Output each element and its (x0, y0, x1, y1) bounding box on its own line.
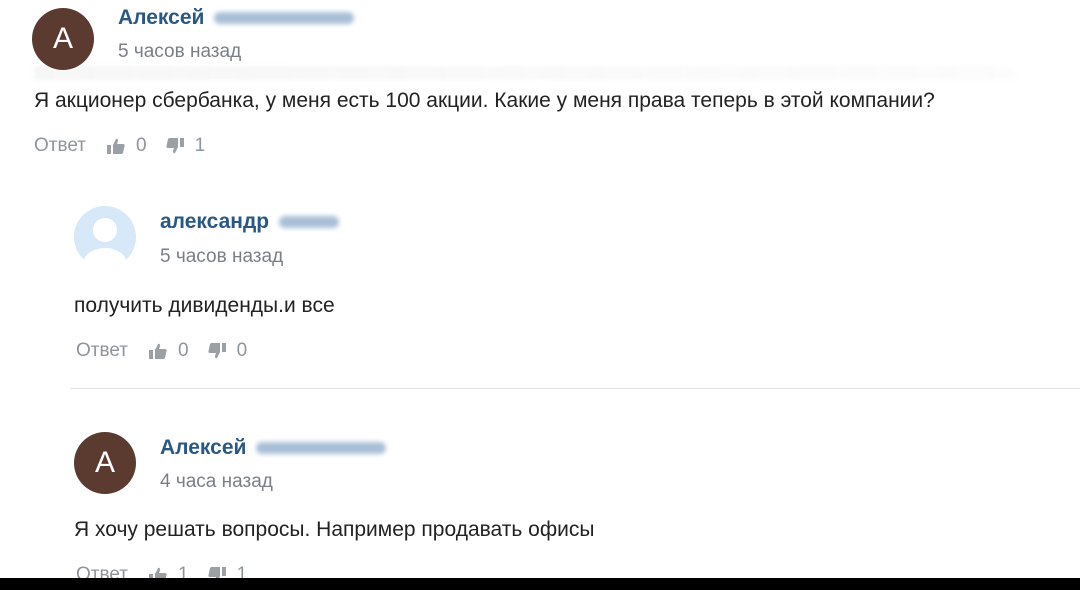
user-silhouette-icon (83, 218, 127, 268)
thumbs-down-icon[interactable] (207, 342, 227, 360)
author-line: Алексей (118, 6, 355, 30)
redacted-surname (279, 216, 340, 228)
avatar[interactable]: А (74, 432, 136, 494)
like-count: 0 (136, 135, 147, 156)
thumbs-up-icon[interactable] (148, 342, 168, 360)
author-line: Алексей (160, 436, 387, 460)
comment-time[interactable]: 4 часа назад (160, 471, 273, 493)
comment-3: А Алексей 4 часа назад Я хочу решать воп… (0, 420, 1080, 585)
divider (70, 388, 1080, 389)
comment-1: А Алексей 5 часов назад Я акционер сберб… (0, 0, 1080, 170)
avatar-letter: А (52, 22, 73, 55)
comment-text: получить дивиденды.и все (74, 294, 335, 317)
avatar-letter: А (94, 446, 115, 479)
comment-actions: Ответ 0 0 (76, 340, 255, 362)
reply-button[interactable]: Ответ (76, 340, 128, 362)
thumbs-up-icon[interactable] (106, 137, 126, 155)
comment-time[interactable]: 5 часов назад (118, 41, 241, 63)
avatar[interactable] (74, 206, 136, 268)
comment-text: Я акционер сбербанка, у меня есть 100 ак… (34, 89, 935, 112)
dislike-count: 0 (236, 340, 248, 361)
like-count: 0 (178, 340, 189, 361)
author-name[interactable]: Алексей (118, 6, 204, 30)
redacted-surname (214, 12, 355, 24)
comment-actions: Ответ 0 1 (34, 135, 213, 157)
dislike-count: 1 (194, 135, 206, 156)
author-name[interactable]: Алексей (160, 436, 246, 460)
reply-button[interactable]: Ответ (34, 135, 86, 157)
comment-time[interactable]: 5 часов назад (160, 246, 283, 268)
comment-2: александр 5 часов назад получить дивиден… (0, 190, 1080, 380)
author-name[interactable]: александр (160, 210, 269, 234)
comment-text: Я хочу решать вопросы. Например продават… (74, 518, 595, 541)
avatar[interactable]: А (32, 8, 94, 70)
thumbs-down-icon[interactable] (165, 137, 185, 155)
bottom-black-bar (0, 578, 1080, 590)
author-line: александр (160, 210, 340, 234)
redacted-surname (256, 442, 387, 454)
